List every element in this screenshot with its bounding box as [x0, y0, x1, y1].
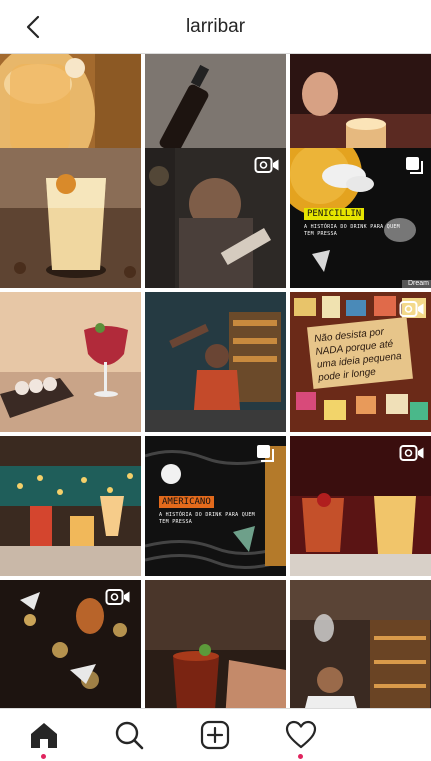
post-tile-12[interactable] [290, 436, 431, 576]
video-camera-icon [399, 445, 424, 461]
post-tile-11[interactable]: AMERICANO A HISTÓRIA DO DRINK PARA QUEM … [145, 436, 286, 576]
post-tile-9[interactable]: Não desista por NADA porque até uma idei… [290, 292, 431, 432]
post-tile-15[interactable] [290, 580, 431, 708]
search-icon[interactable] [113, 719, 145, 751]
post-thumbnail [145, 580, 286, 708]
post-thumbnail [145, 292, 286, 432]
post-thumbnail [0, 436, 141, 576]
video-camera-icon [254, 157, 279, 173]
poster-brand: Dream [407, 280, 429, 287]
post-tile-7[interactable] [0, 292, 141, 432]
post-tile-6[interactable]: PENICILLIN A HISTÓRIA DO DRINK PARA QUEM… [290, 148, 431, 288]
profile-username-title: larribar [185, 16, 246, 37]
activity-notification-dot [298, 754, 303, 759]
wall-note-text: Não desista por NADA porque até uma idei… [313, 326, 403, 384]
post-thumbnail [290, 580, 431, 708]
top-bar: larribar [0, 0, 431, 54]
carousel-icon [406, 157, 423, 174]
post-grid: PENICILLIN A HISTÓRIA DO DRINK PARA QUEM… [0, 54, 431, 708]
poster-title: PENICILLIN [304, 208, 365, 220]
carousel-icon [257, 445, 274, 462]
post-tile-8[interactable] [145, 292, 286, 432]
post-tile-14[interactable] [145, 580, 286, 708]
video-camera-icon [399, 301, 424, 317]
poster-subtitle: A HISTÓRIA DO DRINK PARA QUEM TEM PRESSA [304, 224, 400, 237]
heart-icon[interactable] [285, 719, 317, 751]
poster-subtitle: A HISTÓRIA DO DRINK PARA QUEM TEM PRESSA [159, 512, 255, 525]
post-tile-10[interactable] [0, 436, 141, 576]
post-tile-5[interactable] [145, 148, 286, 288]
video-camera-icon [105, 589, 130, 605]
home-active-dot [41, 754, 46, 759]
poster-title: AMERICANO [159, 496, 214, 508]
post-tile-13[interactable] [0, 580, 141, 708]
post-tile-4[interactable] [0, 148, 141, 288]
bottom-tab-bar [0, 708, 431, 761]
post-thumbnail [0, 292, 141, 432]
home-icon[interactable] [28, 719, 60, 751]
plus-square-icon[interactable] [199, 719, 231, 751]
post-thumbnail [0, 148, 141, 288]
